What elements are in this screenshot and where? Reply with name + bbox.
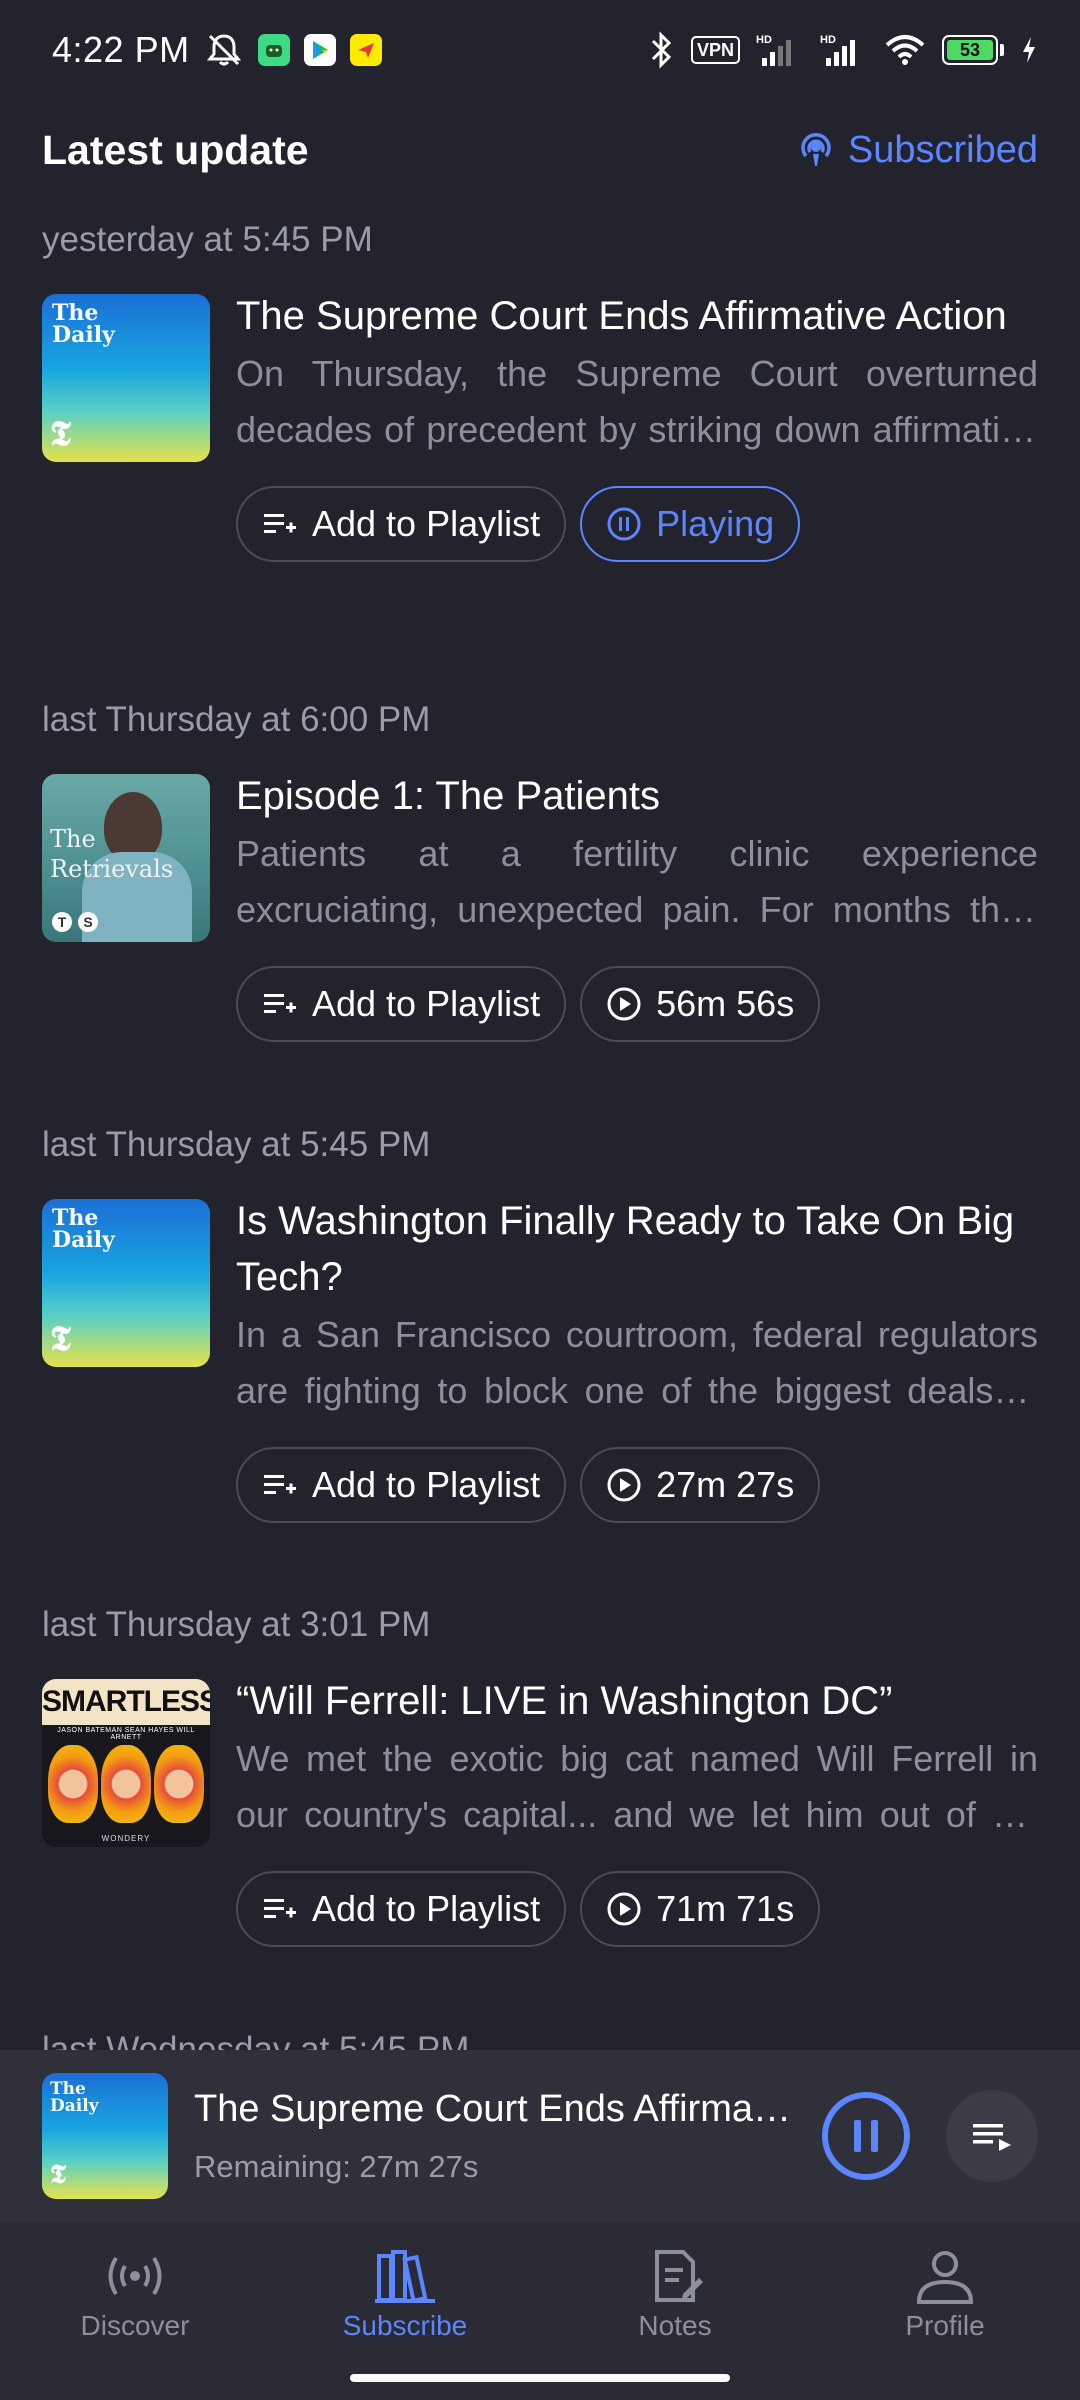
episode-description: Patients at a fertility clinic experienc…	[236, 833, 1038, 930]
queue-icon	[969, 2118, 1015, 2154]
duration-label: 56m 56s	[656, 983, 795, 1024]
pause-button[interactable]	[822, 2092, 910, 2180]
nav-profile[interactable]: Profile	[845, 2248, 1045, 2400]
play-duration-button[interactable]: 27m 27s	[580, 1447, 821, 1523]
episode-title[interactable]: “Will Ferrell: LIVE in Washington DC”	[236, 1673, 1038, 1729]
signal-hd-icon: HD	[820, 32, 868, 68]
add-to-playlist-button[interactable]: Add to Playlist	[236, 1447, 567, 1523]
artwork-label: The Daily	[52, 1205, 115, 1253]
episode-date: yesterday at 5:45 PM	[42, 220, 373, 259]
podcast-artwork[interactable]: SMARTLESS JASON BATEMAN SEAN HAYES WILL …	[42, 1679, 210, 1847]
status-bar: 4:22 PM VPN HD HD 53	[0, 0, 1080, 100]
episode-title[interactable]: Episode 1: The Patients	[236, 768, 1038, 824]
playing-label: Playing	[656, 503, 775, 544]
add-to-playlist-label: Add to Playlist	[312, 1888, 541, 1929]
add-to-playlist-button[interactable]: Add to Playlist	[236, 966, 567, 1042]
bluetooth-icon	[649, 31, 675, 69]
pause-icon	[848, 2116, 884, 2156]
status-right: VPN HD HD 53	[649, 31, 1038, 69]
mute-icon	[204, 32, 244, 68]
episode-item[interactable]: yesterday at 5:45 PM The Daily 𝕿 The Sup…	[0, 210, 1080, 690]
notes-edit-icon	[639, 2248, 711, 2304]
add-to-playlist-label: Add to Playlist	[312, 983, 541, 1024]
play-circle-icon	[606, 986, 642, 1022]
wifi-icon	[884, 33, 926, 67]
artwork-footer: WONDERY	[101, 1834, 151, 1843]
artwork-label: SMARTLESS	[42, 1679, 210, 1725]
play-circle-icon	[606, 1891, 642, 1927]
status-left: 4:22 PM	[52, 29, 382, 71]
episode-date: last Thursday at 5:45 PM	[42, 1125, 431, 1164]
vpn-icon: VPN	[690, 36, 740, 64]
episode-date: last Thursday at 6:00 PM	[42, 700, 431, 739]
remaining-time: Remaining: 27m 27s	[194, 2148, 479, 2184]
playlist-add-icon	[262, 1894, 298, 1924]
episode-title[interactable]: Is Washington Finally Ready to Take On B…	[236, 1193, 1038, 1305]
person-icon	[909, 2248, 981, 2304]
mini-player[interactable]: The Daily 𝕿 The Supreme Court Ends Affir…	[0, 2050, 1080, 2222]
artwork-names: JASON BATEMAN SEAN HAYES WILL ARNETT	[57, 1727, 195, 1741]
episode-description: We met the exotic big cat named Will Fer…	[236, 1738, 1038, 1835]
nav-label: Subscribe	[342, 2310, 468, 2341]
nav-label: Notes	[638, 2310, 712, 2341]
subscribed-label: Subscribed	[847, 128, 1038, 171]
add-to-playlist-button[interactable]: Add to Playlist	[236, 1871, 567, 1947]
svg-text:HD: HD	[820, 34, 836, 46]
subscribed-button[interactable]: Subscribed	[796, 129, 1038, 172]
messenger-icon	[349, 34, 382, 66]
nav-label: Discover	[80, 2310, 190, 2341]
nyt-logo-icon: 𝕿	[50, 1319, 71, 1359]
charging-icon	[1020, 35, 1038, 65]
playlist-add-icon	[262, 509, 298, 539]
podcast-artwork[interactable]: The Daily 𝕿	[42, 294, 210, 462]
pause-circle-icon	[606, 506, 642, 542]
episode-title[interactable]: The Supreme Court Ends Affirmative Actio…	[236, 288, 1038, 344]
play-store-icon	[303, 34, 336, 66]
library-books-icon	[369, 2248, 441, 2304]
episode-item[interactable]: last Thursday at 5:45 PM The Daily 𝕿 Is …	[0, 1115, 1080, 1595]
podcast-icon	[796, 130, 836, 170]
header: Latest update Subscribed	[42, 120, 1038, 180]
play-duration-button[interactable]: 56m 56s	[580, 966, 821, 1042]
page-title: Latest update	[42, 126, 309, 173]
now-playing-title[interactable]: The Supreme Court Ends Affirmative Actio…	[194, 2088, 794, 2131]
episode-feed: yesterday at 5:45 PM The Daily 𝕿 The Sup…	[0, 210, 1080, 2020]
home-indicator[interactable]	[350, 2374, 730, 2382]
playing-button[interactable]: Playing	[580, 486, 801, 562]
android-app-icon	[257, 34, 290, 66]
episode-item[interactable]: last Thursday at 6:00 PM The Retrievals …	[0, 690, 1080, 1115]
artwork-label: The Daily	[50, 2079, 99, 2116]
battery-icon: 53	[942, 35, 1004, 65]
duration-label: 27m 27s	[656, 1464, 795, 1505]
status-time: 4:22 PM	[52, 29, 190, 70]
add-to-playlist-label: Add to Playlist	[312, 1464, 541, 1505]
svg-text:HD: HD	[756, 34, 772, 46]
episode-description: On Thursday, the Supreme Court overturne…	[236, 353, 1038, 450]
episode-description: In a San Francisco courtroom, federal re…	[236, 1314, 1038, 1411]
play-circle-icon	[606, 1467, 642, 1503]
add-to-playlist-label: Add to Playlist	[312, 503, 541, 544]
playlist-add-icon	[262, 1470, 298, 1500]
nav-label: Profile	[905, 2310, 985, 2341]
episode-date-peek: last Wednesday at 5:45 PM	[42, 2030, 470, 2050]
queue-button[interactable]	[946, 2090, 1038, 2182]
nav-discover[interactable]: Discover	[35, 2248, 235, 2400]
artwork-label: The Daily	[52, 300, 115, 348]
nyt-logo-icon: 𝕿	[50, 414, 71, 454]
broadcast-icon	[99, 2248, 171, 2304]
podcast-artwork[interactable]: The Retrievals TS	[42, 774, 210, 942]
now-playing-artwork[interactable]: The Daily 𝕿	[42, 2073, 168, 2199]
nyt-logo-icon: 𝕿	[50, 2160, 66, 2190]
episode-date: last Thursday at 3:01 PM	[42, 1605, 431, 1644]
episode-item[interactable]: last Thursday at 3:01 PM SMARTLESS JASON…	[0, 1595, 1080, 2020]
signal-hd-icon: HD	[756, 32, 804, 68]
battery-level: 53	[947, 40, 993, 60]
artwork-label: The Retrievals	[50, 825, 174, 883]
play-duration-button[interactable]: 71m 71s	[580, 1871, 821, 1947]
podcast-artwork[interactable]: The Daily 𝕿	[42, 1199, 210, 1367]
playlist-add-icon	[262, 989, 298, 1019]
add-to-playlist-button[interactable]: Add to Playlist	[236, 486, 567, 562]
duration-label: 71m 71s	[656, 1888, 795, 1929]
